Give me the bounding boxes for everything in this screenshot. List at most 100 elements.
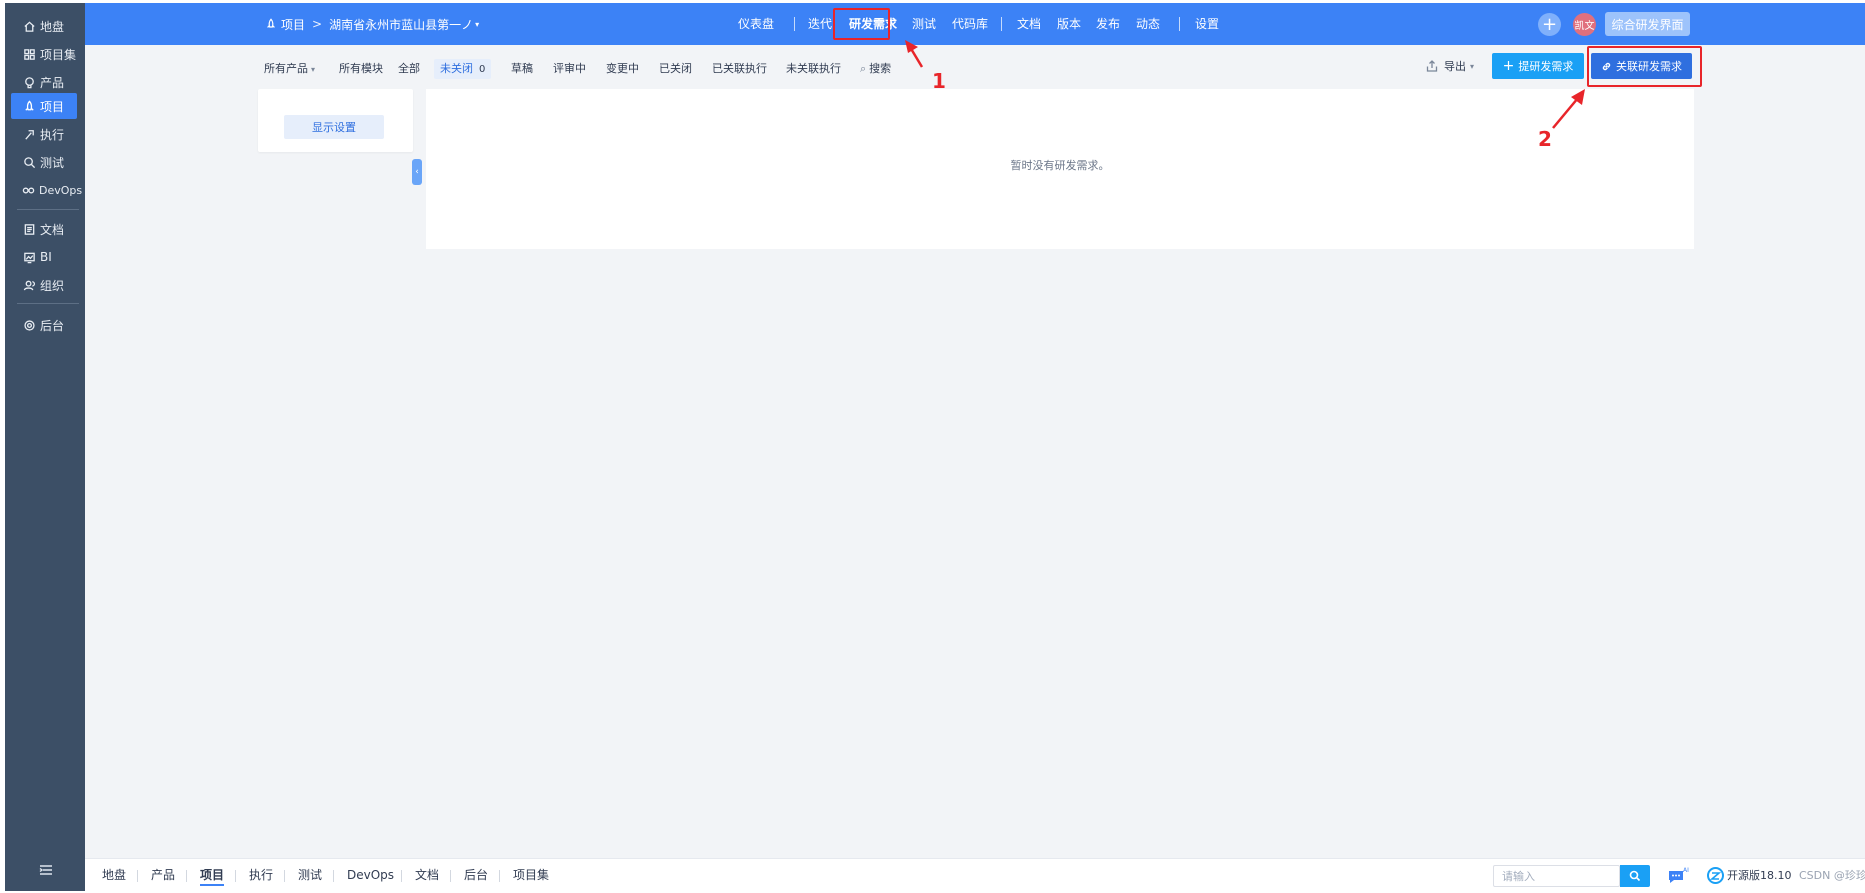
product-filter[interactable]: 所有产品 ▾ [264, 59, 315, 79]
document-icon [22, 222, 36, 236]
menu-toggle-icon[interactable] [39, 863, 53, 877]
module-tree-panel: 显示设置 [258, 89, 413, 152]
footer-bar: 地盘 产品 项目 执行 测试 DevOps 文档 后台 项目集 AI 开源版18… [85, 858, 1865, 891]
sidebar-divider [17, 209, 79, 210]
annotation-number-2: 2 [1538, 127, 1552, 151]
tab-reviewing[interactable]: 评审中 [553, 59, 586, 79]
sidebar-item-execution[interactable]: 执行 [11, 120, 77, 148]
footer-item-devops[interactable]: DevOps [347, 859, 394, 891]
footer-item-product[interactable]: 产品 [151, 859, 175, 891]
sidebar-item-bi[interactable]: BI [11, 243, 77, 271]
nav-dynamic[interactable]: 动态 [1136, 3, 1160, 45]
gear-icon [22, 318, 36, 332]
search-toggle[interactable]: ⌕ 搜索 [860, 59, 891, 79]
tab-unlinked-execution[interactable]: 未关联执行 [786, 59, 841, 79]
sidebar-item-test[interactable]: 测试 [11, 148, 77, 176]
display-settings-button[interactable]: 显示设置 [284, 115, 384, 139]
sidebar-item-devops[interactable]: DevOps [11, 176, 82, 204]
footer-separator [450, 870, 451, 882]
annotation-highlight-link-button [1587, 46, 1702, 87]
annotation-number-1: 1 [932, 69, 946, 93]
nav-iteration[interactable]: 迭代 [808, 3, 832, 45]
tab-changing[interactable]: 变更中 [606, 59, 639, 79]
chevron-left-icon: ‹ [415, 167, 419, 177]
tab-all[interactable]: 全部 [398, 59, 420, 79]
sidebar-item-project[interactable]: 项目 [11, 93, 77, 119]
collapse-panel-handle[interactable]: ‹ [412, 159, 422, 185]
top-header: 项目 > 湖南省永州市蓝山县第一ノ ▾ 仪表盘 迭代 研发需求 测试 代码库 文… [85, 3, 1865, 45]
footer-item-test[interactable]: 测试 [298, 859, 322, 891]
chevron-down-icon: ▾ [311, 65, 316, 74]
footer-item-execution[interactable]: 执行 [249, 859, 273, 891]
create-requirement-button[interactable]: + 提研发需求 [1492, 53, 1584, 79]
nav-settings[interactable]: 设置 [1195, 3, 1219, 45]
chevron-down-icon: ▾ [1470, 61, 1475, 71]
tab-draft[interactable]: 草稿 [511, 59, 533, 79]
search-label: 搜索 [869, 62, 892, 75]
footer-item-admin[interactable]: 后台 [464, 859, 488, 891]
empty-state-text: 暂时没有研发需求。 [1010, 159, 1110, 172]
watermark-text: CSDN @珍珍哥 [1799, 869, 1865, 882]
plus-icon: + [1502, 58, 1515, 74]
nav-release[interactable]: 发布 [1096, 3, 1120, 45]
footer-item-project[interactable]: 项目 [200, 859, 225, 891]
tab-count-badge: 0 [479, 64, 486, 75]
sidebar-item-label: 测试 [40, 155, 65, 170]
app-frame: 地盘 项目集 产品 项目 执行 测试 DevOps 文档 BI 组织 后台 项目… [5, 3, 1865, 891]
tab-unclosed[interactable]: 未关闭 0 [434, 59, 492, 79]
footer-separator [499, 870, 500, 882]
sidebar-item-admin[interactable]: 后台 [11, 311, 77, 339]
footer-item-dashboard[interactable]: 地盘 [102, 859, 126, 891]
tab-closed[interactable]: 已关闭 [659, 59, 692, 79]
sidebar-item-label: 执行 [40, 127, 65, 142]
requirements-list-panel: 暂时没有研发需求。 [426, 89, 1694, 249]
create-requirement-label: 提研发需求 [1518, 60, 1574, 73]
nav-repo[interactable]: 代码库 [952, 3, 988, 45]
project-switcher[interactable]: 湖南省永州市蓝山县第一ノ [329, 16, 473, 33]
svg-text:AI: AI [1683, 867, 1689, 874]
tab-linked-execution[interactable]: 已关联执行 [712, 59, 767, 79]
infinity-icon [22, 183, 35, 197]
ui-switch-button[interactable]: 综合研发界面 [1605, 12, 1690, 36]
sidebar-item-label: 项目 [40, 99, 65, 114]
footer-search-button[interactable] [1620, 865, 1650, 887]
product-filter-label: 所有产品 [264, 62, 308, 75]
nav-build[interactable]: 版本 [1057, 3, 1081, 45]
avatar[interactable]: 凯文 [1573, 13, 1596, 36]
sidebar-item-label: 文档 [40, 222, 65, 237]
sidebar-item-label: 组织 [40, 278, 65, 293]
ai-chat-icon[interactable]: AI [1667, 866, 1691, 886]
sidebar-item-dashboard[interactable]: 地盘 [11, 12, 77, 40]
tab-unclosed-label: 未关闭 [440, 62, 473, 75]
run-icon [22, 127, 36, 141]
export-label: 导出 [1444, 60, 1466, 73]
test-icon [22, 155, 36, 169]
footer-separator [186, 870, 187, 882]
search-icon: ⌕ [860, 62, 867, 75]
sidebar: 地盘 项目集 产品 项目 执行 测试 DevOps 文档 BI 组织 后台 [5, 3, 85, 891]
nav-separator [794, 17, 795, 31]
nav-dashboard[interactable]: 仪表盘 [738, 3, 774, 45]
footer-separator [284, 870, 285, 882]
chevron-down-icon[interactable]: ▾ [475, 20, 479, 29]
home-icon [22, 19, 36, 33]
export-dropdown[interactable]: 导出 ▾ [1426, 47, 1474, 85]
nav-separator [1179, 17, 1180, 31]
sidebar-item-label: BI [40, 250, 52, 264]
version-label[interactable]: 开源版18.10 [1727, 859, 1792, 891]
quick-add-button[interactable]: + [1538, 13, 1561, 36]
footer-search-input[interactable] [1493, 865, 1620, 887]
export-icon [1426, 60, 1438, 72]
module-filter[interactable]: 所有模块 [339, 59, 383, 79]
footer-item-program[interactable]: 项目集 [513, 859, 549, 891]
footer-item-doc[interactable]: 文档 [415, 859, 439, 891]
sidebar-item-org[interactable]: 组织 [11, 271, 77, 299]
sidebar-item-label: 地盘 [40, 19, 65, 34]
sidebar-item-doc[interactable]: 文档 [11, 215, 77, 243]
chart-icon [22, 250, 36, 264]
nav-doc[interactable]: 文档 [1017, 3, 1041, 45]
nav-test[interactable]: 测试 [912, 3, 936, 45]
footer-separator [401, 870, 402, 882]
breadcrumb-project[interactable]: 项目 [281, 16, 305, 33]
zentao-logo-icon [1707, 867, 1724, 884]
